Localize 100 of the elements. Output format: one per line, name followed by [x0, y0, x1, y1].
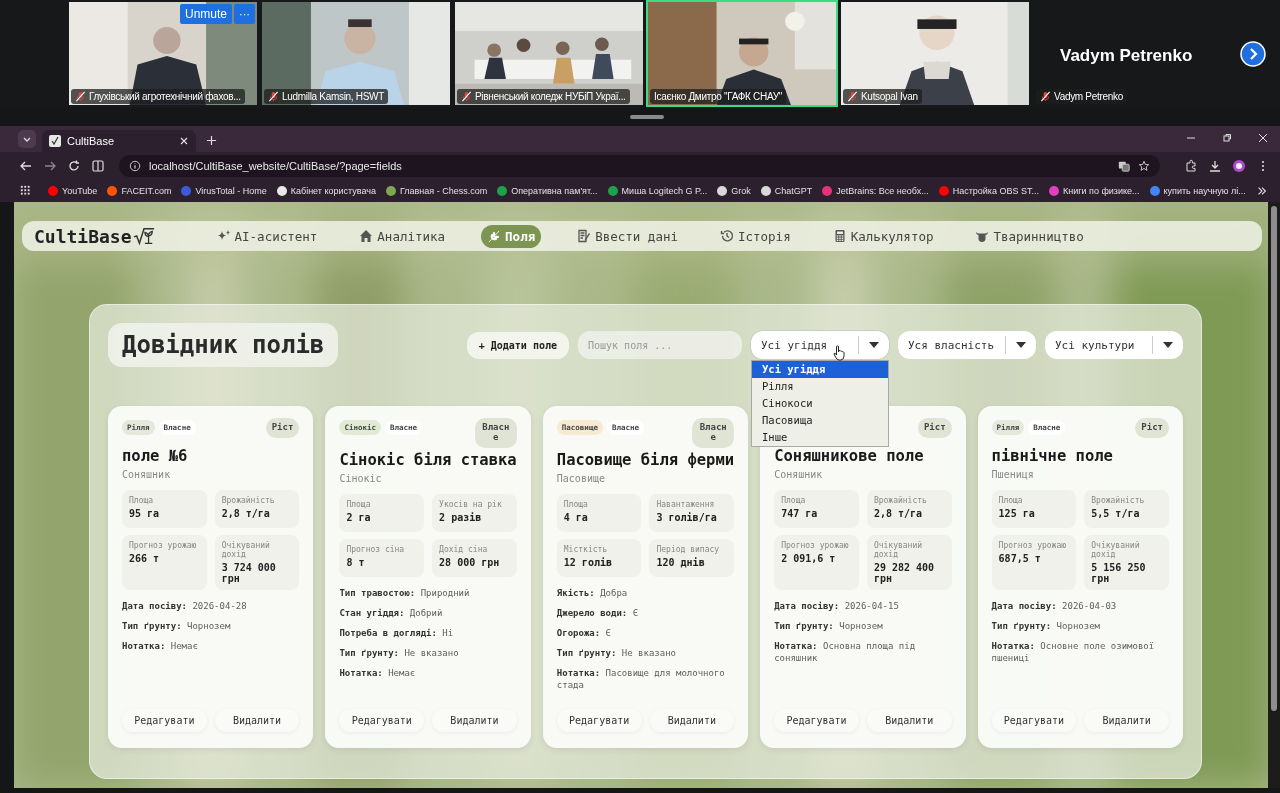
- filter-dropdown[interactable]: Усі угіддя: [751, 331, 889, 359]
- bookmark[interactable]: Кабінет користувача: [276, 186, 376, 196]
- stat-label: Період випасу: [656, 544, 721, 554]
- stat-value: 2,8 т/га: [221, 507, 271, 519]
- bookmark[interactable]: Grok: [717, 186, 751, 196]
- edit-button[interactable]: Редагувати: [339, 709, 425, 732]
- bookmark[interactable]: Миша Logitech G P...: [607, 186, 708, 196]
- filter-dropdown[interactable]: Усі культури: [1045, 331, 1183, 359]
- bookmark[interactable]: Оперативна пам'ят...: [497, 186, 598, 196]
- dropdown-option[interactable]: Пасовища: [752, 412, 888, 429]
- stat-label: Площа: [346, 499, 372, 509]
- detail-line: Джерело води: Є: [556, 606, 640, 619]
- detail-line: Тип ґрунту: Не вказано: [556, 647, 677, 660]
- unmute-button[interactable]: Unmute: [179, 4, 232, 24]
- detail-line: Тип ґрунту: Не вказано: [339, 647, 460, 660]
- detail-line: Огорожа: Є: [556, 627, 612, 640]
- browser-tab[interactable]: CultiBase: [42, 130, 196, 152]
- search-field[interactable]: Пошук поля ...: [578, 331, 742, 359]
- delete-button[interactable]: Видалити: [214, 709, 300, 732]
- bookmark[interactable]: ChatGPT: [760, 186, 813, 196]
- stat-value: 12 голів: [563, 556, 613, 568]
- detail-line: Тип ґрунту: Чорнозем: [991, 620, 1101, 633]
- dropdown-option[interactable]: Інше: [752, 429, 888, 446]
- dropdown-option[interactable]: Усі угіддя: [752, 361, 888, 378]
- participant-label: Ісаєнко Дмитро "ГАФК СНАУ": [650, 89, 787, 104]
- stat-label: Навантаження: [656, 499, 716, 509]
- stat-label: Очікуваний дохід: [221, 540, 271, 559]
- stat-value: 687,5 т: [998, 552, 1042, 564]
- bookmark[interactable]: VirusTotal - Home: [181, 186, 267, 196]
- participant-label: Vadym Petrenko: [1036, 89, 1127, 104]
- delete-button[interactable]: Видалити: [866, 709, 952, 732]
- detail-line: Стан угіддя: Добрий: [339, 606, 444, 619]
- participant-name: Vadym Petrenko: [1060, 46, 1193, 66]
- stat-label: Прогноз урожаю: [998, 540, 1068, 550]
- edit-button[interactable]: Редагувати: [991, 709, 1077, 732]
- stat-label: Площа: [129, 495, 155, 505]
- nav-tab[interactable]: Історія: [714, 224, 797, 248]
- stat-value: 120 днів: [656, 556, 706, 568]
- logo[interactable]: CultiBase: [34, 225, 132, 247]
- nav-tab[interactable]: Калькулятор: [826, 224, 940, 248]
- stat-value: 3 724 000 грн: [221, 561, 277, 584]
- stat-value: 3 голів/га: [656, 511, 718, 523]
- stat-label: Врожайність: [1091, 495, 1146, 505]
- stat-value: 2 га: [346, 511, 372, 523]
- bookmark[interactable]: Главная - Chess.com: [385, 186, 488, 196]
- crop-name: Соняшник: [774, 468, 824, 480]
- detail-line: Потреба в догляді: Ні: [339, 627, 455, 640]
- bookmark[interactable]: Книги по физике...: [1048, 186, 1140, 196]
- nav-tab[interactable]: Аналітика: [353, 224, 452, 248]
- stat-value: 2 разів: [439, 511, 483, 523]
- bookmark[interactable]: Настройка OBS ST...: [938, 186, 1039, 196]
- stat-label: Прогноз урожаю: [129, 540, 198, 550]
- delete-button[interactable]: Видалити: [1084, 709, 1169, 732]
- address-bar[interactable]: localhost/CultiBase_website/CultiBase/?page=fields: [119, 155, 1160, 177]
- add-field-button[interactable]: + Додати поле: [466, 331, 569, 359]
- delete-button[interactable]: Видалити: [432, 709, 517, 732]
- stat-value: 4 га: [563, 511, 589, 523]
- stat-label: Площа: [563, 499, 589, 509]
- stat-value: 2 091,6 т: [781, 552, 837, 564]
- nav-tab[interactable]: Ввести дані: [571, 224, 684, 248]
- stat-label: Очікуваний дохід: [873, 540, 924, 559]
- stat-value: 8 т: [346, 556, 366, 568]
- stat-label: Укосів на рік: [439, 499, 503, 509]
- field-name: північне поле: [991, 446, 1114, 467]
- participant-label: Kutsopal Ivan: [843, 89, 922, 104]
- detail-line: Тип травостою: Природний: [339, 586, 471, 599]
- bookmark[interactable]: JetBrains: Все необх...: [822, 186, 929, 196]
- more-button[interactable]: ···: [234, 4, 255, 24]
- stat-label: Врожайність: [873, 495, 928, 505]
- stat-label: Площа: [998, 495, 1024, 505]
- stat-value: 125 га: [998, 507, 1036, 519]
- detail-line: Нотатка: Основне поле озимової пшениці: [991, 640, 1156, 665]
- bookmark[interactable]: купить научную лі...: [1149, 186, 1246, 196]
- dropdown-option[interactable]: Сінокоси: [752, 395, 888, 412]
- bookmark[interactable]: YouTube: [48, 186, 98, 196]
- page-title: Довідник полів: [108, 323, 339, 367]
- field-name: Пасовище біля ферми: [556, 449, 735, 471]
- edit-button[interactable]: Редагувати: [122, 709, 207, 732]
- bookmark[interactable]: FACEIT.com: [107, 186, 172, 196]
- dropdown-option[interactable]: Рілля: [752, 378, 888, 395]
- participant-label: Рівненський коледж НУБіП Украї...: [457, 89, 630, 104]
- stat-value: 95 га: [129, 507, 161, 519]
- stat-value: 2,8 т/га: [873, 507, 924, 519]
- stat-label: Місткість: [563, 544, 609, 554]
- nav-tab[interactable]: Тваринництво: [969, 224, 1090, 248]
- stat-label: Очікуваний дохід: [1091, 540, 1141, 559]
- status-badge: Власне: [474, 418, 517, 448]
- delete-button[interactable]: Видалити: [649, 709, 735, 732]
- stat-value: 29 282 400 грн: [873, 561, 936, 584]
- filter-dropdown[interactable]: Уся власність: [898, 331, 1036, 359]
- stat-label: Врожайність: [221, 495, 276, 505]
- detail-line: Нотатка: Пасовище для молочного стада: [556, 667, 726, 692]
- nav-tab[interactable]: AI-асистент: [210, 224, 324, 248]
- stat-value: 5 156 250 грн: [1091, 561, 1147, 584]
- edit-button[interactable]: Редагувати: [556, 709, 642, 732]
- detail-line: Тип ґрунту: Чорнозем: [774, 620, 884, 633]
- participant-label: Ludmilla Kamsin, HSWT: [264, 89, 389, 104]
- detail-line: Дата посіву: 2026-04-15: [774, 599, 900, 613]
- crop-name: Соняшник: [122, 468, 172, 480]
- edit-button[interactable]: Редагувати: [774, 709, 859, 732]
